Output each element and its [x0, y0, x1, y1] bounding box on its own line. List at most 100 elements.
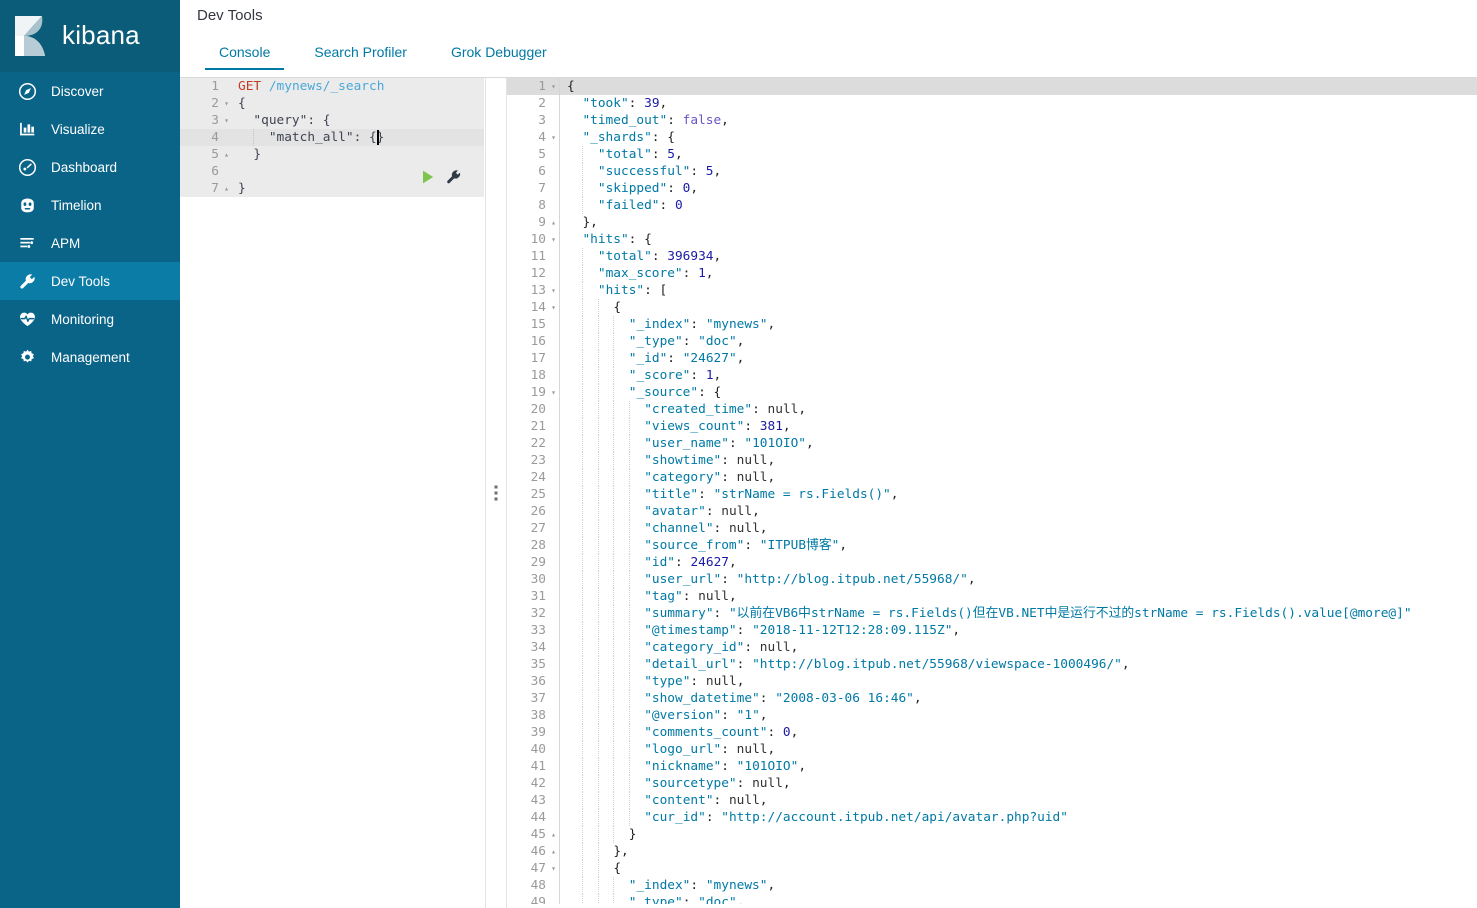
app-header: Dev Tools Console Search Profiler Grok D… [180, 0, 1477, 78]
kibana-brand[interactable]: kibana [0, 0, 180, 72]
response-line: 22 "user_name": "101OIO", [507, 435, 1477, 452]
editor-line-number: 7 ▴ [211, 180, 229, 197]
wrench-icon[interactable] [445, 169, 462, 186]
editor-line[interactable]: 2 ▾ { [180, 95, 484, 112]
drag-handle-icon[interactable] [494, 485, 498, 501]
request-editor[interactable]: 1 GET /mynews/_search 2 ▾{3 ▾ "query": {4 "m… [180, 78, 485, 908]
fold-open-icon[interactable]: ▾ [551, 860, 556, 877]
request-editor-lines[interactable]: 1 GET /mynews/_search 2 ▾{3 ▾ "query": {4 "m… [180, 78, 484, 197]
tab-search-profiler[interactable]: Search Profiler [292, 38, 429, 70]
response-line-text: "_type": "doc", [560, 333, 1477, 350]
response-line-text: "channel": null, [560, 520, 1477, 537]
indent-guide [597, 707, 599, 724]
indent-guide [582, 673, 584, 690]
response-line-number: 3 [538, 113, 546, 128]
indent-guide [597, 605, 599, 622]
response-line: 9 ▴ }, [507, 214, 1477, 231]
editor-line[interactable]: 7 ▴} [180, 180, 484, 197]
indent-guide [597, 809, 599, 826]
response-line: 14 ▾ { [507, 299, 1477, 316]
response-line: 18 "_score": 1, [507, 367, 1477, 384]
indent-guide [628, 503, 630, 520]
response-line: 49 "_type": "doc", [507, 894, 1477, 908]
response-line-number: 21 [530, 419, 546, 434]
indent-guide [613, 350, 615, 367]
indent-guide [597, 826, 599, 843]
response-viewer[interactable]: 1 ▾{2 "took": 39, 3 "timed_out": false, 4 ▾ … [507, 78, 1477, 908]
fold-open-icon[interactable]: ▾ [551, 129, 556, 146]
fold-open-icon[interactable]: ▾ [551, 231, 556, 248]
response-line: 3 "timed_out": false, [507, 112, 1477, 129]
indent-guide [597, 792, 599, 809]
text-caret [376, 130, 379, 145]
editor-line[interactable]: 3 ▾ "query": { [180, 112, 484, 129]
indent-guide [613, 605, 615, 622]
tab-grok-debugger[interactable]: Grok Debugger [429, 38, 569, 70]
indent-guide [613, 741, 615, 758]
indent-guide [613, 724, 615, 741]
sidebar-item-visualize[interactable]: Visualize [0, 110, 180, 148]
response-line: 48 "_index": "mynews", [507, 877, 1477, 894]
fold-close-icon[interactable]: ▴ [551, 214, 556, 231]
editor-line-number: 4 [211, 130, 219, 145]
editor-line[interactable]: 1 GET /mynews/_search [180, 78, 484, 95]
indent-guide [597, 724, 599, 741]
fold-open-icon[interactable]: ▾ [224, 95, 229, 112]
response-line-number: 41 [530, 759, 546, 774]
response-line: 33 "@timestamp": "2018-11-12T12:28:09.11… [507, 622, 1477, 639]
response-line-number: 28 [530, 538, 546, 553]
fold-close-icon[interactable]: ▴ [551, 843, 556, 860]
sidebar-item-management[interactable]: Management [0, 338, 180, 376]
fold-open-icon[interactable]: ▾ [551, 78, 556, 95]
indent-guide [582, 316, 584, 333]
response-line: 45 ▴ } [507, 826, 1477, 843]
sidebar-item-label: Monitoring [51, 311, 115, 327]
indent-guide [597, 520, 599, 537]
sidebar-item-timelion[interactable]: Timelion [0, 186, 180, 224]
response-line-text: "_shards": { [582, 130, 675, 145]
play-icon[interactable] [420, 169, 436, 185]
indent-guide [613, 877, 615, 894]
fold-open-icon[interactable]: ▾ [551, 282, 556, 299]
indent-guide [597, 452, 599, 469]
indent-guide [613, 401, 615, 418]
fold-close-icon[interactable]: ▴ [224, 146, 229, 163]
response-line: 34 "category_id": null, [507, 639, 1477, 656]
compass-icon [18, 82, 37, 101]
sidebar-item-apm[interactable]: APM [0, 224, 180, 262]
indent-guide [597, 486, 599, 503]
editor-line[interactable]: 6 [180, 163, 484, 180]
indent-guide [628, 741, 630, 758]
response-line-number: 34 [530, 640, 546, 655]
tab-bar: Console Search Profiler Grok Debugger [197, 38, 569, 70]
console-split: 1 GET /mynews/_search 2 ▾{3 ▾ "query": {4 "m… [180, 78, 1477, 908]
editor-line-number: 1 [211, 79, 219, 94]
indent-guide [582, 452, 584, 469]
indent-guide [613, 894, 615, 908]
editor-line[interactable]: 4 "match_all": {} [180, 129, 484, 146]
panel-splitter[interactable] [485, 78, 507, 908]
response-line-text: "_index": "mynews", [560, 877, 1477, 894]
fold-open-icon[interactable]: ▾ [224, 112, 229, 129]
sidebar-item-monitoring[interactable]: Monitoring [0, 300, 180, 338]
fold-close-icon[interactable]: ▴ [224, 180, 229, 197]
sidebar-item-discover[interactable]: Discover [0, 72, 180, 110]
indent-guide [597, 690, 599, 707]
fold-open-icon[interactable]: ▾ [551, 384, 556, 401]
sidebar-item-dev-tools[interactable]: Dev Tools [0, 262, 180, 300]
fold-open-icon[interactable]: ▾ [551, 299, 556, 316]
response-line-number: 32 [530, 606, 546, 621]
sidebar-item-label: Timelion [51, 197, 102, 213]
response-line-text: "took": 39, [582, 96, 668, 111]
indent-guide [628, 571, 630, 588]
response-line-number: 20 [530, 402, 546, 417]
tab-console[interactable]: Console [197, 38, 292, 70]
editor-line-text: "match_all": {} [238, 129, 385, 146]
sidebar-item-dashboard[interactable]: Dashboard [0, 148, 180, 186]
response-line-number: 30 [530, 572, 546, 587]
fold-close-icon[interactable]: ▴ [551, 826, 556, 843]
indent-guide [628, 554, 630, 571]
editor-line[interactable]: 5 ▴ } [180, 146, 484, 163]
indent-guide [582, 401, 584, 418]
indent-guide [613, 435, 615, 452]
